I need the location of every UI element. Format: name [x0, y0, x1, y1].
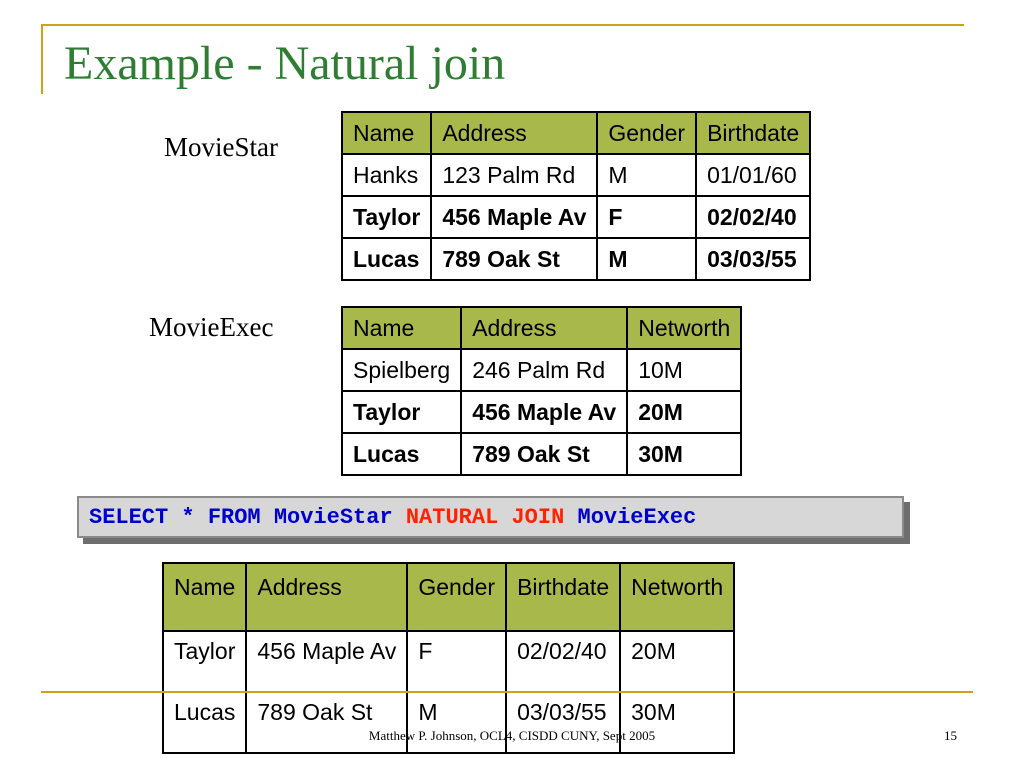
- moviestar-table: Name Address Gender Birthdate Hanks 123 …: [340, 111, 812, 281]
- table-header-row: Name Address Networth: [340, 306, 743, 350]
- decorative-bottom-line: [41, 691, 973, 693]
- table-cell: Hanks: [340, 153, 433, 197]
- table-cell: F: [596, 195, 698, 239]
- header-cell: Gender: [596, 111, 698, 155]
- sql-table-name: MovieExec: [577, 505, 697, 530]
- table-cell: Taylor: [161, 630, 248, 693]
- header-cell: Address: [460, 306, 629, 350]
- sql-query: SELECT * FROM MovieStar NATURAL JOIN Mov…: [89, 505, 696, 531]
- sql-select-clause: SELECT * FROM MovieStar: [89, 505, 406, 530]
- table-cell: 02/02/40: [695, 195, 812, 239]
- decorative-left-line: [41, 24, 43, 94]
- table-cell: 01/01/60: [695, 153, 812, 197]
- table-row: Spielberg 246 Palm Rd 10M: [340, 348, 743, 392]
- table-cell: 20M: [626, 390, 743, 434]
- page-number: 15: [944, 728, 957, 743]
- table-cell: 20M: [619, 630, 736, 693]
- moviestar-label: MovieStar: [164, 132, 278, 162]
- table-cell: 789 Oak St: [460, 432, 629, 476]
- table-header-row: Name Address Gender Birthdate Networth: [161, 562, 736, 632]
- header-cell: Address: [245, 562, 409, 632]
- header-cell: Name: [340, 306, 463, 350]
- sql-query-box: SELECT * FROM MovieStar NATURAL JOIN Mov…: [77, 496, 904, 538]
- table-cell: 246 Palm Rd: [460, 348, 629, 392]
- table-cell: 456 Maple Av: [460, 390, 629, 434]
- table-row: Taylor 456 Maple Av F 02/02/40: [340, 195, 812, 239]
- header-cell: Birthdate: [695, 111, 812, 155]
- header-cell: Name: [340, 111, 433, 155]
- table-cell: Taylor: [340, 390, 463, 434]
- sql-natural-join-keyword: NATURAL JOIN: [405, 505, 578, 530]
- header-cell: Birthdate: [505, 562, 622, 632]
- table-row: Lucas 789 Oak St 30M: [340, 432, 743, 476]
- table-cell: 02/02/40: [505, 630, 622, 693]
- table-cell: 03/03/55: [695, 237, 812, 281]
- table-cell: 456 Maple Av: [245, 630, 409, 693]
- footer-credit: Matthew P. Johnson, OCL4, CISDD CUNY, Se…: [368, 728, 656, 743]
- movieexec-table: Name Address Networth Spielberg 246 Palm…: [340, 306, 743, 476]
- table-cell: 789 Oak St: [430, 237, 599, 281]
- table-cell: Spielberg: [340, 348, 463, 392]
- header-cell: Networth: [626, 306, 743, 350]
- table-cell: F: [406, 630, 508, 693]
- table-row: Hanks 123 Palm Rd M 01/01/60: [340, 153, 812, 197]
- result-table: Name Address Gender Birthdate Networth T…: [161, 562, 736, 754]
- table-cell: M: [596, 153, 698, 197]
- header-cell: Networth: [619, 562, 736, 632]
- table-cell: Lucas: [340, 237, 433, 281]
- table-row: Lucas 789 Oak St M 03/03/55: [340, 237, 812, 281]
- table-cell: 123 Palm Rd: [430, 153, 599, 197]
- table-row: Taylor 456 Maple Av 20M: [340, 390, 743, 434]
- slide-title: Example - Natural join: [64, 37, 506, 90]
- table-cell: M: [596, 237, 698, 281]
- table-header-row: Name Address Gender Birthdate: [340, 111, 812, 155]
- header-cell: Gender: [406, 562, 508, 632]
- header-cell: Name: [161, 562, 248, 632]
- decorative-top-line: [41, 24, 964, 26]
- table-cell: 30M: [626, 432, 743, 476]
- movieexec-label: MovieExec: [149, 312, 274, 342]
- table-row: Taylor 456 Maple Av F 02/02/40 20M: [161, 630, 736, 693]
- table-cell: Lucas: [340, 432, 463, 476]
- table-cell: Taylor: [340, 195, 433, 239]
- table-cell: 10M: [626, 348, 743, 392]
- table-cell: 456 Maple Av: [430, 195, 599, 239]
- header-cell: Address: [430, 111, 599, 155]
